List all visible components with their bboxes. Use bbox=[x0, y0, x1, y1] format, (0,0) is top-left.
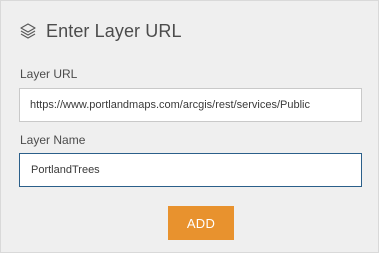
layers-icon bbox=[18, 21, 38, 41]
panel-header: Enter Layer URL bbox=[18, 18, 182, 44]
layer-url-label: Layer URL bbox=[20, 67, 78, 81]
panel-title: Enter Layer URL bbox=[46, 20, 182, 41]
layer-name-label: Layer Name bbox=[20, 133, 86, 147]
add-layer-panel: Enter Layer URL Layer URL Layer Name ADD bbox=[0, 0, 379, 253]
add-button[interactable]: ADD bbox=[168, 206, 234, 240]
layer-name-input[interactable] bbox=[19, 153, 362, 187]
layer-url-input[interactable] bbox=[19, 88, 362, 122]
